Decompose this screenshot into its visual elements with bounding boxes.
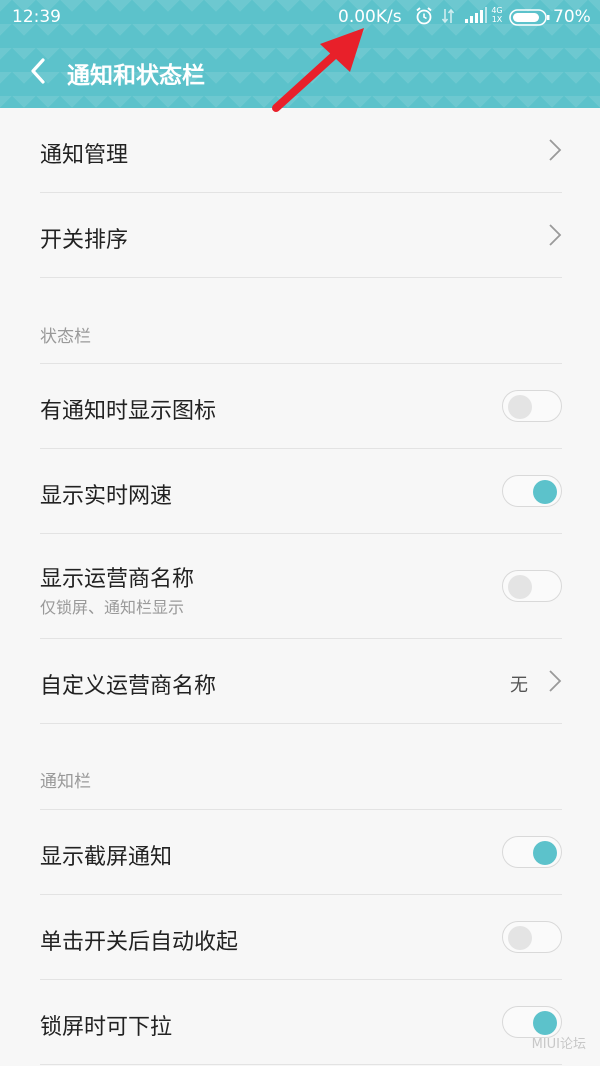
show-screenshot-notification-toggle[interactable] [502, 836, 562, 868]
show-screenshot-notification-item[interactable]: 显示截屏通知 [40, 810, 562, 895]
toggle-knob [533, 1011, 557, 1035]
show-realtime-speed-toggle[interactable] [502, 475, 562, 507]
annotation-arrow-icon [272, 28, 364, 112]
show-icon-on-notification-item[interactable]: 有通知时显示图标 [40, 364, 562, 449]
show-carrier-name-label: 显示运营商名称 [40, 567, 195, 592]
switch-order-label: 开关排序 [40, 228, 129, 253]
show-icon-on-notification-label: 有通知时显示图标 [40, 399, 217, 424]
show-realtime-speed-label: 显示实时网速 [40, 484, 173, 509]
show-realtime-speed-item[interactable]: 显示实时网速 [40, 449, 562, 534]
toggle-knob [533, 841, 557, 865]
show-carrier-name-toggle[interactable] [502, 570, 562, 602]
show-icon-on-notification-toggle[interactable] [502, 390, 562, 422]
toggle-knob [533, 480, 557, 504]
show-carrier-name-subtitle: 仅锁屏、通知栏显示 [40, 598, 185, 617]
custom-carrier-name-item[interactable]: 自定义运营商名称 无 [40, 639, 562, 724]
auto-collapse-label: 单击开关后自动收起 [40, 930, 239, 955]
show-carrier-name-item[interactable]: 显示运营商名称 仅锁屏、通知栏显示 [40, 534, 562, 639]
toggle-knob [508, 575, 532, 599]
custom-carrier-name-label: 自定义运营商名称 [40, 674, 217, 699]
auto-collapse-item[interactable]: 单击开关后自动收起 [40, 895, 562, 980]
watermark: MIUI论坛 [531, 1037, 586, 1052]
notification-management-label: 通知管理 [40, 143, 129, 168]
pull-down-on-lock-item[interactable]: 锁屏时可下拉 [40, 980, 562, 1065]
section-divider [40, 724, 562, 810]
chevron-right-icon [549, 224, 562, 246]
custom-carrier-name-value: 无 [510, 675, 528, 696]
auto-collapse-toggle[interactable] [502, 921, 562, 953]
toggle-knob [508, 926, 532, 950]
chevron-right-icon [549, 139, 562, 161]
show-screenshot-notification-label: 显示截屏通知 [40, 845, 173, 870]
section-divider [40, 278, 562, 364]
chevron-right-icon [549, 670, 562, 692]
toggle-knob [508, 395, 532, 419]
switch-order-item[interactable]: 开关排序 [40, 193, 562, 278]
pull-down-on-lock-label: 锁屏时可下拉 [40, 1015, 173, 1040]
